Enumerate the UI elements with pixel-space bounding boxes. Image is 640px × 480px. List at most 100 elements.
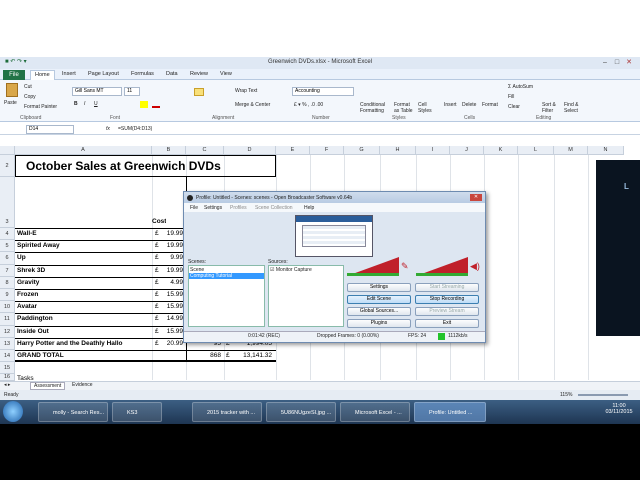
row-header-15[interactable]: 15: [0, 362, 15, 374]
start-button[interactable]: [3, 401, 23, 422]
obs-source-item[interactable]: ☑ Monitor Capture: [270, 267, 312, 273]
number-format-select[interactable]: Accounting: [292, 87, 354, 96]
obs-stop-recording-button[interactable]: Stop Recording: [415, 295, 479, 304]
obs-settings-button[interactable]: Settings: [347, 283, 411, 292]
item-cost[interactable]: 19.99: [160, 267, 183, 274]
col-header-a[interactable]: A: [15, 146, 152, 155]
obs-start-streaming-button[interactable]: Start Streaming: [415, 283, 479, 292]
obs-menu-settings[interactable]: Settings: [204, 205, 222, 211]
item-cost[interactable]: 19.99: [160, 242, 183, 249]
item-name[interactable]: Harry Potter and the Deathly Hallo: [17, 340, 150, 347]
item-name[interactable]: Gravity: [17, 279, 150, 286]
item-cost[interactable]: 9.99: [160, 254, 183, 261]
obs-menu-help[interactable]: Help: [304, 205, 314, 211]
row-header-14[interactable]: 14: [0, 350, 15, 363]
row-header-7[interactable]: 7: [0, 264, 15, 277]
item-name[interactable]: Up: [17, 254, 150, 261]
row-header-4[interactable]: 4: [0, 228, 15, 241]
clock[interactable]: 11:00 03/11/2015: [600, 403, 638, 415]
taskbar-item-excel[interactable]: Microsoft Excel - ...: [340, 402, 410, 422]
bold-button[interactable]: B: [74, 101, 78, 107]
cost-header[interactable]: Cost: [152, 218, 166, 225]
tab-review[interactable]: Review: [190, 71, 208, 77]
obs-close-icon[interactable]: ✕: [470, 194, 482, 201]
zoom-slider[interactable]: [578, 394, 628, 396]
item-cost[interactable]: 4.99: [160, 279, 183, 286]
taskbar-item-search[interactable]: molly - Search Res...: [38, 402, 108, 422]
tab-data[interactable]: Data: [166, 71, 178, 77]
align-middle-icon[interactable]: [194, 88, 204, 96]
sheet-nav-arrows[interactable]: ◂ ▸: [4, 382, 10, 388]
minimize-icon[interactable]: –: [600, 58, 610, 67]
fill-color-icon[interactable]: [140, 101, 148, 108]
item-name[interactable]: Shrek 3D: [17, 267, 150, 274]
insert-cells-button[interactable]: Insert: [444, 102, 457, 108]
paste-button[interactable]: Paste: [4, 100, 17, 106]
tab-file[interactable]: File: [3, 70, 25, 80]
delete-cells-button[interactable]: Delete: [462, 102, 476, 108]
obs-mic-icon[interactable]: ✎: [401, 261, 409, 272]
row-header-5[interactable]: 5: [0, 240, 15, 253]
tab-insert[interactable]: Insert: [62, 71, 76, 77]
row-header-8[interactable]: 8: [0, 276, 15, 289]
conditional-formatting-button[interactable]: Conditional Formatting: [360, 102, 392, 114]
obs-speaker-icon[interactable]: ◀): [470, 261, 480, 272]
row-header-2[interactable]: 2: [0, 155, 15, 177]
grand-total-qty[interactable]: 868: [188, 352, 221, 359]
find-select-button[interactable]: Find & Select: [564, 102, 586, 114]
paste-icon[interactable]: [6, 83, 18, 97]
col-header-e[interactable]: E: [276, 146, 310, 155]
wrap-text-button[interactable]: Wrap Text: [235, 88, 257, 94]
item-cost[interactable]: 15.99: [160, 291, 183, 298]
obs-edit-scene-button[interactable]: Edit Scene: [347, 295, 411, 304]
autosum-button[interactable]: Σ AutoSum: [508, 84, 533, 90]
col-header-i[interactable]: I: [416, 146, 450, 155]
grand-total-value[interactable]: 13,141.32: [236, 352, 272, 359]
tab-formulas[interactable]: Formulas: [131, 71, 154, 77]
obs-global-sources-button[interactable]: Global Sources...: [347, 307, 411, 316]
row-header-6[interactable]: 6: [0, 252, 15, 265]
select-all[interactable]: [0, 146, 15, 155]
sort-filter-button[interactable]: Sort & Filter: [542, 102, 564, 114]
tab-home[interactable]: Home: [30, 70, 55, 80]
format-painter-button[interactable]: Format Painter: [24, 104, 57, 110]
cell-styles-button[interactable]: Cell Styles: [418, 102, 436, 114]
obs-plugins-button[interactable]: Plugins: [347, 319, 411, 328]
row-header-12[interactable]: 12: [0, 325, 15, 338]
item-name[interactable]: Wall-E: [17, 230, 150, 237]
item-name[interactable]: Inside Out: [17, 328, 150, 335]
fill-button[interactable]: Fill: [508, 94, 514, 100]
obs-menu-file[interactable]: File: [190, 205, 198, 211]
col-header-k[interactable]: K: [484, 146, 518, 155]
clear-button[interactable]: Clear: [508, 104, 520, 110]
row-header-16[interactable]: 16: [0, 374, 15, 381]
col-header-b[interactable]: B: [152, 146, 186, 155]
obs-menu-profiles[interactable]: Profiles: [230, 205, 247, 211]
col-header-d[interactable]: D: [224, 146, 276, 155]
col-header-h[interactable]: H: [380, 146, 416, 155]
font-color-icon[interactable]: [152, 101, 160, 108]
format-as-table-button[interactable]: Format as Table: [394, 102, 416, 114]
sheet-title[interactable]: October Sales at Greenwich DVDs: [26, 159, 221, 173]
obs-exit-button[interactable]: Exit: [415, 319, 479, 328]
col-header-m[interactable]: M: [554, 146, 588, 155]
name-box[interactable]: D14: [26, 125, 74, 134]
format-cells-button[interactable]: Format: [482, 102, 498, 108]
item-cost[interactable]: 15.99: [160, 303, 183, 310]
zoom-level[interactable]: 115%: [560, 392, 572, 398]
tab-view[interactable]: View: [220, 71, 232, 77]
obs-scene-item-selected[interactable]: Computing Tutorial: [189, 273, 264, 279]
close-icon[interactable]: ✕: [624, 58, 634, 67]
fx-icon[interactable]: fx: [106, 126, 110, 132]
item-name[interactable]: Frozen: [17, 291, 150, 298]
taskbar-item-ks3[interactable]: KS3: [112, 402, 162, 422]
sheet-tab-evidence[interactable]: Evidence: [72, 382, 93, 388]
taskbar-item-image[interactable]: 5U86NUgzeSI.jpg ...: [266, 402, 336, 422]
font-size-select[interactable]: 11: [124, 87, 140, 96]
item-cost[interactable]: 19.99: [160, 230, 183, 237]
item-cost[interactable]: 14.99: [160, 315, 183, 322]
merge-center-button[interactable]: Merge & Center: [235, 102, 270, 108]
font-name-select[interactable]: Gill Sans MT: [72, 87, 122, 96]
col-header-j[interactable]: J: [450, 146, 484, 155]
col-header-c[interactable]: C: [186, 146, 224, 155]
